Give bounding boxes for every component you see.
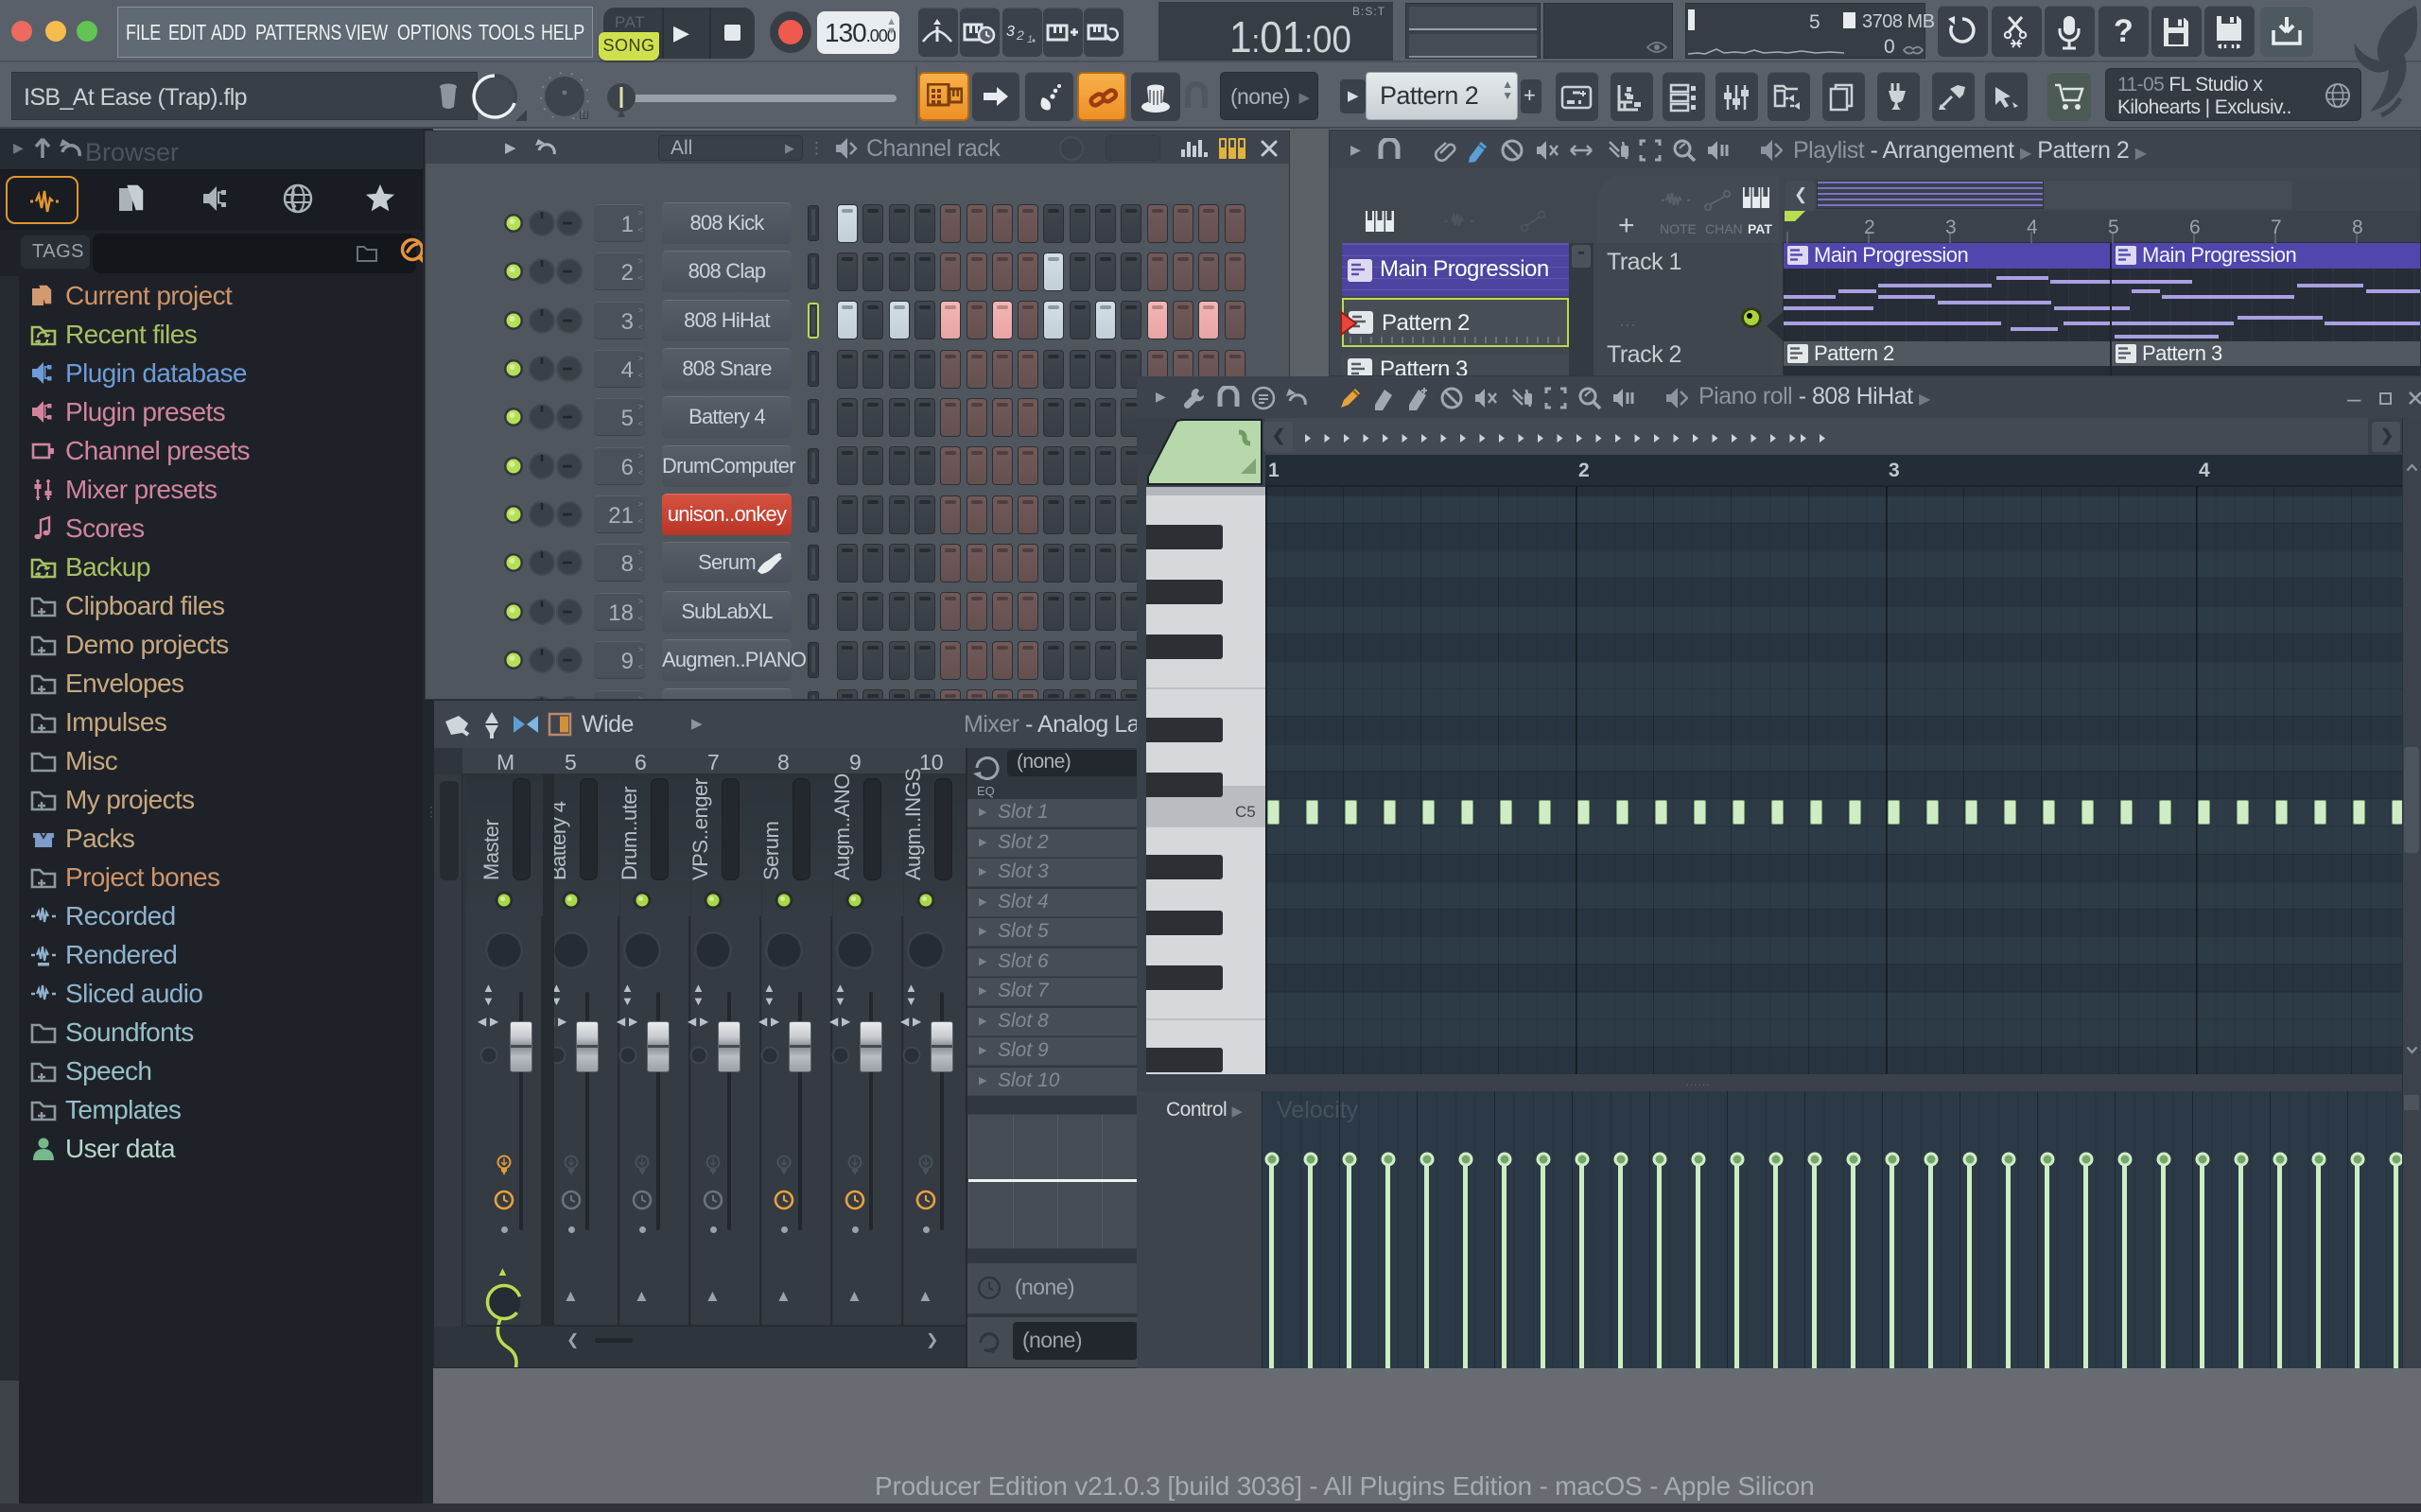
- svg-text:2: 2: [1016, 27, 1024, 43]
- svg-text:1: 1: [1027, 34, 1033, 45]
- svg-text:?: ?: [2114, 13, 2134, 49]
- svg-text:+: +: [1618, 210, 1635, 241]
- svg-text:3: 3: [1006, 24, 1015, 40]
